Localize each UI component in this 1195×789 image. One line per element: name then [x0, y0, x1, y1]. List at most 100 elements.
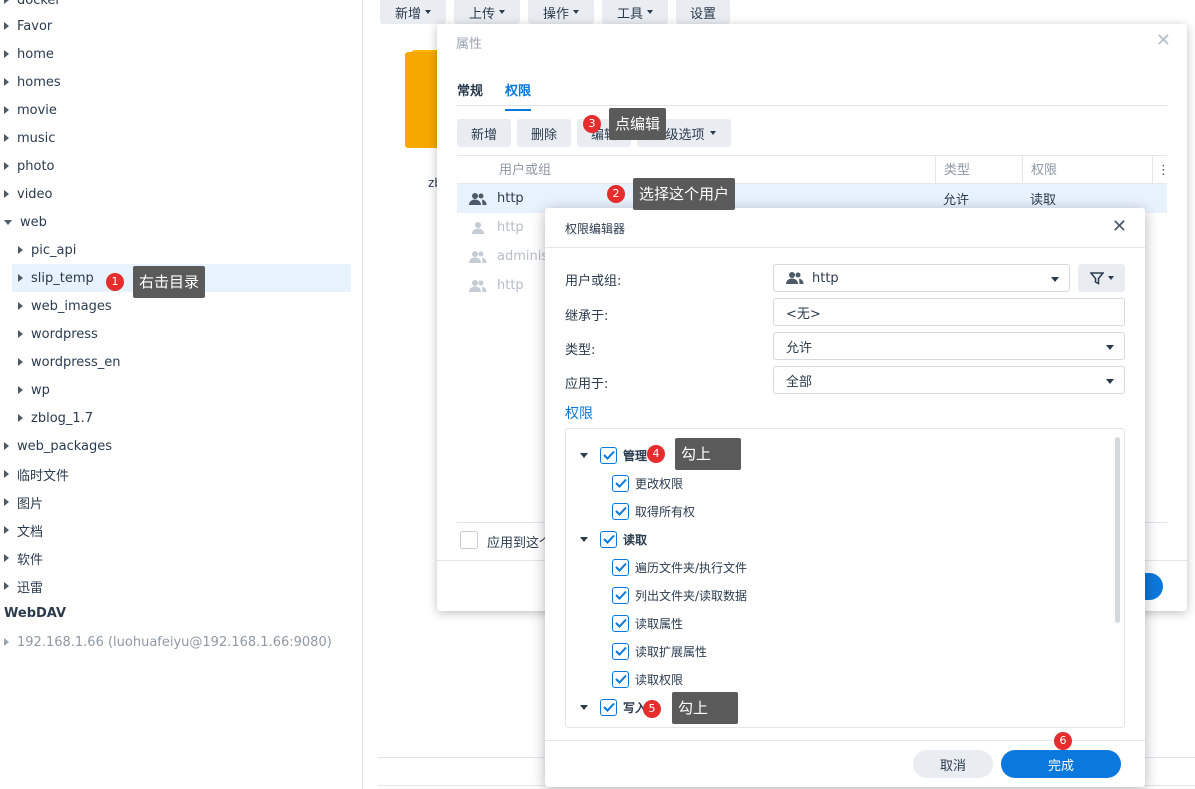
upload-button[interactable]: 上传 — [454, 0, 520, 24]
tab-permissions[interactable]: 权限 — [505, 80, 532, 111]
tree-item-xunlei[interactable]: 迅雷 — [4, 572, 43, 600]
close-icon[interactable]: ✕ — [1112, 216, 1127, 237]
caret-right-icon[interactable] — [4, 442, 9, 450]
checkbox-checked-icon[interactable] — [612, 558, 629, 576]
tree-item-video[interactable]: video — [4, 180, 53, 208]
checkbox-checked-icon[interactable] — [612, 642, 629, 660]
caret-down-icon[interactable] — [580, 536, 588, 542]
caret-right-icon[interactable] — [4, 22, 9, 30]
tree-item-wp[interactable]: wp — [18, 376, 50, 404]
tree-item-software[interactable]: 软件 — [4, 544, 43, 572]
caret-right-icon[interactable] — [18, 414, 23, 422]
caret-right-icon[interactable] — [4, 470, 9, 478]
checkbox-checked-icon[interactable] — [612, 670, 629, 688]
user-group-select[interactable]: http — [773, 264, 1070, 292]
checkbox-checked-icon[interactable] — [612, 502, 629, 520]
caret-right-icon[interactable] — [18, 246, 23, 254]
chevron-down-icon — [1051, 277, 1059, 282]
tree-item-pictures[interactable]: 图片 — [4, 488, 43, 516]
delete-permission-button[interactable]: 删除 — [517, 119, 571, 147]
perm-group-write[interactable]: 写入 — [580, 694, 647, 720]
caret-right-icon[interactable] — [4, 638, 9, 646]
tree-item-webdav-server[interactable]: 192.168.1.66 (luohuafeiyu@192.168.1.66:9… — [4, 628, 332, 656]
perm-item[interactable]: 读取扩展属性 — [612, 638, 707, 664]
perm-item[interactable]: 取得所有权 — [612, 498, 695, 524]
perm-group-read[interactable]: 读取 — [580, 526, 647, 552]
caret-right-icon[interactable] — [4, 498, 9, 506]
caret-right-icon[interactable] — [4, 582, 9, 590]
tab-general[interactable]: 常规 — [457, 80, 483, 111]
tree-item-zblog[interactable]: zblog_1.7 — [18, 404, 93, 432]
caret-right-icon[interactable] — [4, 190, 9, 198]
perm-item[interactable]: 遍历文件夹/执行文件 — [612, 554, 747, 580]
checkbox-checked-icon[interactable] — [612, 474, 629, 492]
apply-to-select[interactable]: 全部 — [773, 366, 1125, 394]
tree-item-homes[interactable]: homes — [4, 68, 61, 96]
caret-right-icon[interactable] — [18, 302, 23, 310]
perm-label: 读取权限 — [635, 672, 684, 687]
caret-down-icon[interactable] — [4, 219, 12, 225]
caret-right-icon[interactable] — [4, 526, 9, 534]
tools-button[interactable]: 工具 — [602, 0, 668, 24]
checkbox-checked-icon[interactable] — [612, 614, 629, 632]
tree-item-temp-files[interactable]: 临时文件 — [4, 460, 69, 488]
new-button[interactable]: 新增 — [380, 0, 446, 24]
tree-item-favor[interactable]: Favor — [4, 12, 52, 40]
tree-item-pic-api[interactable]: pic_api — [18, 236, 76, 264]
tree-item-web[interactable]: web — [4, 208, 47, 236]
settings-button[interactable]: 设置 — [676, 0, 730, 24]
caret-right-icon[interactable] — [4, 0, 9, 4]
tree-item-label: 临时文件 — [17, 468, 70, 484]
tree-item-movie[interactable]: movie — [4, 96, 57, 124]
new-button-label: 新增 — [394, 6, 421, 22]
type-value: 允许 — [786, 340, 813, 356]
caret-right-icon[interactable] — [18, 358, 23, 366]
tree-item-label: zblog_1.7 — [31, 410, 94, 426]
apply-to-checkbox[interactable] — [460, 531, 478, 549]
column-header-perm[interactable]: 权限 — [1022, 155, 1152, 184]
perm-group-manage[interactable]: 管理 — [580, 442, 647, 468]
tree-item-music[interactable]: music — [4, 124, 55, 152]
tree-item-wordpress[interactable]: wordpress — [18, 320, 98, 348]
perm-item[interactable]: 读取属性 — [612, 610, 683, 636]
checkbox-checked-icon[interactable] — [600, 446, 617, 464]
permission-tree: 管理 更改权限 取得所有权 读取 遍历文件夹/执行文件 列出文件夹/读取数据 读… — [565, 428, 1125, 728]
done-button[interactable]: 完成 — [1001, 750, 1121, 778]
tree-item-web-images[interactable]: web_images — [18, 292, 112, 320]
caret-right-icon[interactable] — [4, 78, 9, 86]
add-permission-button[interactable]: 新增 — [457, 119, 511, 147]
tree-item-web-packages[interactable]: web_packages — [4, 432, 112, 460]
cancel-button[interactable]: 取消 — [913, 750, 993, 778]
caret-right-icon[interactable] — [4, 554, 9, 562]
tree-item-home[interactable]: home — [4, 40, 54, 68]
caret-right-icon[interactable] — [4, 162, 9, 170]
annotation-tip-5: 勾上 — [672, 692, 738, 724]
caret-right-icon[interactable] — [4, 50, 9, 58]
caret-right-icon[interactable] — [4, 134, 9, 142]
caret-down-icon[interactable] — [580, 704, 588, 710]
type-select[interactable]: 允许 — [773, 332, 1125, 360]
caret-right-icon[interactable] — [18, 330, 23, 338]
caret-down-icon — [1107, 276, 1114, 280]
permission-tree-scrollbar[interactable] — [1115, 437, 1120, 623]
close-icon[interactable]: ✕ — [1156, 30, 1171, 51]
tree-item-wordpress-en[interactable]: wordpress_en — [18, 348, 121, 376]
tree-item-photo[interactable]: photo — [4, 152, 55, 180]
filter-button[interactable] — [1078, 264, 1125, 292]
perm-item[interactable]: 读取权限 — [612, 666, 683, 692]
checkbox-checked-icon[interactable] — [600, 530, 617, 548]
row-user: http — [497, 278, 524, 293]
caret-right-icon[interactable] — [18, 274, 23, 282]
column-header-type[interactable]: 类型 — [935, 155, 1022, 184]
checkbox-checked-icon[interactable] — [612, 586, 629, 604]
action-button[interactable]: 操作 — [528, 0, 594, 24]
tree-item-label: web_images — [31, 298, 112, 314]
tree-item-documents[interactable]: 文档 — [4, 516, 43, 544]
caret-down-icon[interactable] — [580, 452, 588, 458]
caret-right-icon[interactable] — [18, 386, 23, 394]
perm-item[interactable]: 列出文件夹/读取数据 — [612, 582, 747, 608]
column-menu-icon[interactable]: ⋮ — [1152, 155, 1170, 184]
caret-right-icon[interactable] — [4, 106, 9, 114]
checkbox-checked-icon[interactable] — [600, 698, 617, 716]
perm-item[interactable]: 更改权限 — [612, 470, 683, 496]
